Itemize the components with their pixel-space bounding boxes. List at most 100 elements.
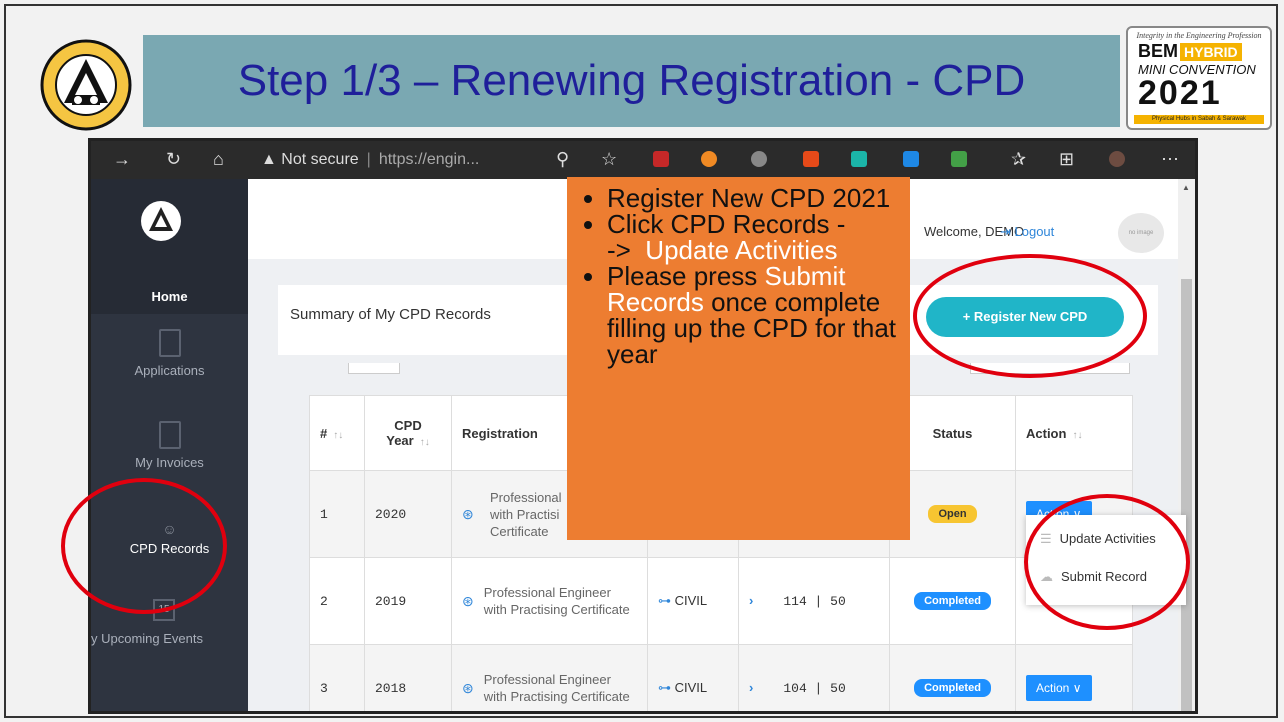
- logout-label: Logout: [1014, 224, 1055, 239]
- extension-icon[interactable]: [903, 151, 919, 167]
- row-number: 2: [309, 557, 365, 645]
- action-button[interactable]: Action ∨: [1026, 675, 1092, 701]
- sidebar: Home Applications My Invoices ☺ CPD Reco…: [91, 179, 248, 711]
- sidebar-item-invoices[interactable]: My Invoices: [91, 421, 248, 470]
- registration-line: Certificate: [490, 523, 549, 539]
- structure-icon: ⊶: [658, 680, 671, 695]
- registration-text: Professional Engineer with Practising Ce…: [483, 585, 630, 617]
- sort-icon[interactable]: ↑↓: [420, 437, 430, 448]
- header-label: Status: [932, 425, 973, 441]
- extension-icon[interactable]: [951, 151, 967, 167]
- row-number: 3: [309, 644, 365, 711]
- highlight-circle-dropdown: [1024, 494, 1190, 630]
- header-label: CPD: [394, 418, 422, 433]
- logo-bem-line: BEM HYBRID: [1138, 41, 1270, 62]
- extension-icon[interactable]: [653, 151, 669, 167]
- forward-icon[interactable]: →: [113, 149, 131, 170]
- certificate-icon: ⊛: [462, 679, 474, 696]
- chevron-down-icon: ∨: [1072, 681, 1082, 695]
- avatar[interactable]: no image: [1118, 213, 1164, 253]
- sort-icon[interactable]: ↑↓: [1072, 430, 1082, 441]
- row-status: Completed: [889, 644, 1016, 711]
- instruction-item: Click CPD Records --> Update Activities: [607, 211, 910, 263]
- header-number[interactable]: # ↑↓: [309, 395, 365, 471]
- row-hours: › 114 | 50: [738, 557, 890, 645]
- collections-icon[interactable]: ⊞: [1059, 149, 1074, 170]
- document-icon: [158, 329, 181, 357]
- row-hours: › 104 | 50: [738, 644, 890, 711]
- logo-hybrid: HYBRID: [1180, 43, 1242, 61]
- discipline-text: CIVIL: [674, 680, 708, 695]
- extension-icon[interactable]: [851, 151, 867, 167]
- profile-icon[interactable]: [1109, 151, 1125, 167]
- slide-title-bar: Step 1/3 – Renewing Registration - CPD: [143, 35, 1120, 127]
- page-size-select[interactable]: [348, 363, 400, 374]
- instruction-callout: Register New CPD 2021 Click CPD Records …: [567, 177, 910, 540]
- logo-footer: Physical Hubs in Sabah & Sarawak: [1134, 115, 1264, 124]
- convention-logo: Integrity in the Engineering Profession …: [1126, 26, 1272, 130]
- logo-year: 2021: [1138, 74, 1222, 112]
- slide-title: Step 1/3 – Renewing Registration - CPD: [237, 56, 1026, 105]
- slide-background: Step 1/3 – Renewing Registration - CPD I…: [0, 0, 1284, 722]
- row-registration: ⊛ Professional Engineer with Practising C…: [451, 644, 648, 711]
- logout-link[interactable]: ⇥ Logout: [1000, 224, 1054, 240]
- row-action: Action ∨: [1015, 644, 1133, 711]
- extension-icon[interactable]: [803, 151, 819, 167]
- more-icon[interactable]: ⋯: [1161, 149, 1179, 170]
- address-bar[interactable]: ▲ Not secure | https://engin...: [261, 147, 591, 173]
- registration-line: with Practisi: [490, 506, 560, 522]
- discipline-text: CIVIL: [674, 593, 708, 608]
- status-badge: Completed: [914, 592, 991, 610]
- header-action[interactable]: Action ↑↓: [1015, 395, 1133, 471]
- address-security: Not secure: [281, 151, 359, 168]
- table-row: 2 2019 ⊛ Professional Engineer with Pract…: [309, 557, 1133, 645]
- action-label: Action: [1036, 681, 1070, 695]
- warning-icon: ▲: [261, 151, 277, 168]
- sidebar-item-applications[interactable]: Applications: [91, 329, 248, 378]
- registration-line: Professional: [490, 489, 562, 505]
- certificate-icon: ⊛: [462, 592, 474, 609]
- extension-icon[interactable]: [701, 151, 717, 167]
- browser-toolbar: → ↻ ⌂ ▲ Not secure | https://engin... ⚲ ☆ …: [91, 141, 1195, 179]
- certificate-icon: ⊛: [462, 505, 474, 522]
- favorites-icon[interactable]: ✰: [1011, 149, 1026, 170]
- zoom-icon[interactable]: ⚲: [556, 149, 569, 170]
- header-label: Registration: [462, 425, 538, 441]
- header-label: Year: [386, 433, 414, 448]
- structure-icon: ⊶: [658, 593, 671, 608]
- row-year: 2019: [364, 557, 452, 645]
- highlight-circle-cpd-records: [61, 478, 227, 614]
- row-year: 2018: [364, 644, 452, 711]
- address-url: https://engin...: [378, 151, 480, 168]
- bem-logo-icon: [40, 39, 132, 131]
- scrollbar[interactable]: ▲: [1178, 179, 1195, 711]
- hours-text: 104 | 50: [783, 681, 846, 696]
- chevron-right-icon[interactable]: ›: [749, 680, 753, 695]
- home-icon[interactable]: ⌂: [213, 149, 224, 170]
- refresh-icon[interactable]: ↻: [166, 149, 181, 170]
- row-discipline: ⊶ CIVIL: [647, 644, 739, 711]
- instruction-item: Please press Submit Records once complet…: [607, 263, 910, 367]
- scrollbar-thumb[interactable]: [1181, 279, 1192, 711]
- chevron-right-icon[interactable]: ›: [749, 593, 753, 608]
- header-cpd-year[interactable]: CPD Year ↑↓: [364, 395, 452, 471]
- row-discipline: ⊶ CIVIL: [647, 557, 739, 645]
- star-icon[interactable]: ☆: [601, 149, 617, 170]
- sidebar-logo-icon: [141, 201, 181, 241]
- sidebar-item-label: y Upcoming Events: [91, 631, 203, 646]
- registration-cell: ⊛ Professional Engineer with Practising C…: [462, 584, 637, 618]
- header-label: #: [320, 425, 328, 441]
- card-title: Summary of My CPD Records: [290, 306, 491, 323]
- status-badge: Open: [928, 505, 977, 523]
- sidebar-item-home[interactable]: Home: [91, 289, 248, 309]
- invoice-icon: [158, 421, 181, 449]
- hours-text: 114 | 50: [783, 594, 846, 609]
- extension-icon[interactable]: [751, 151, 767, 167]
- logo-bem: BEM: [1138, 41, 1178, 61]
- scroll-up-icon[interactable]: ▲: [1182, 183, 1190, 192]
- logout-icon: ⇥: [1000, 224, 1015, 239]
- sort-icon[interactable]: ↑↓: [333, 430, 343, 441]
- header-label: Action: [1026, 425, 1067, 441]
- registration-cell: ⊛ Professional Engineer with Practising C…: [462, 671, 637, 705]
- instruction-list: Register New CPD 2021 Click CPD Records …: [567, 185, 910, 367]
